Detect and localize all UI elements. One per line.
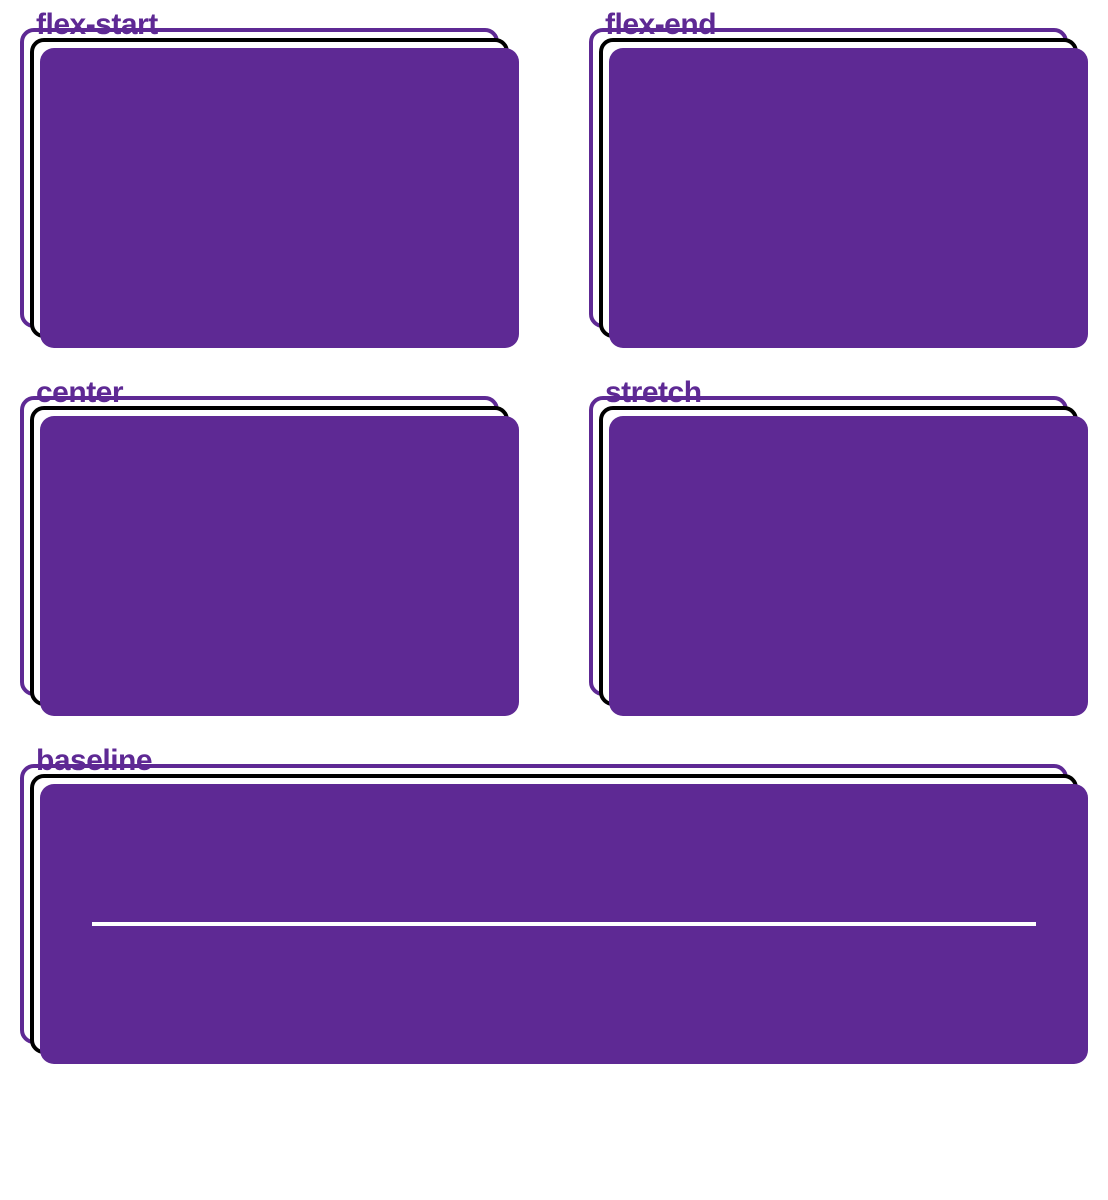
front-layer bbox=[40, 416, 519, 716]
front-layer bbox=[40, 784, 1088, 1064]
label-flex-end: flex-end bbox=[605, 10, 1088, 40]
stack-baseline bbox=[20, 764, 1088, 1064]
label-baseline: baseline bbox=[36, 746, 1088, 776]
panel-baseline: baseline bbox=[20, 746, 1088, 1064]
front-layer bbox=[609, 48, 1088, 348]
panel-flex-start: flex-start bbox=[20, 10, 519, 348]
stack-flex-end bbox=[589, 28, 1088, 348]
label-flex-start: flex-start bbox=[36, 10, 519, 40]
label-stretch: stretch bbox=[605, 378, 1088, 408]
label-center: center bbox=[36, 378, 519, 408]
stack-stretch bbox=[589, 396, 1088, 716]
panel-flex-end: flex-end bbox=[589, 10, 1088, 348]
align-items-diagram: flex-start flex-end center stretch bbox=[20, 10, 1088, 1064]
front-layer bbox=[40, 48, 519, 348]
baseline-line bbox=[92, 922, 1035, 926]
panel-stretch: stretch bbox=[589, 378, 1088, 716]
stack-flex-start bbox=[20, 28, 519, 348]
stack-center bbox=[20, 396, 519, 716]
panel-center: center bbox=[20, 378, 519, 716]
front-layer bbox=[609, 416, 1088, 716]
